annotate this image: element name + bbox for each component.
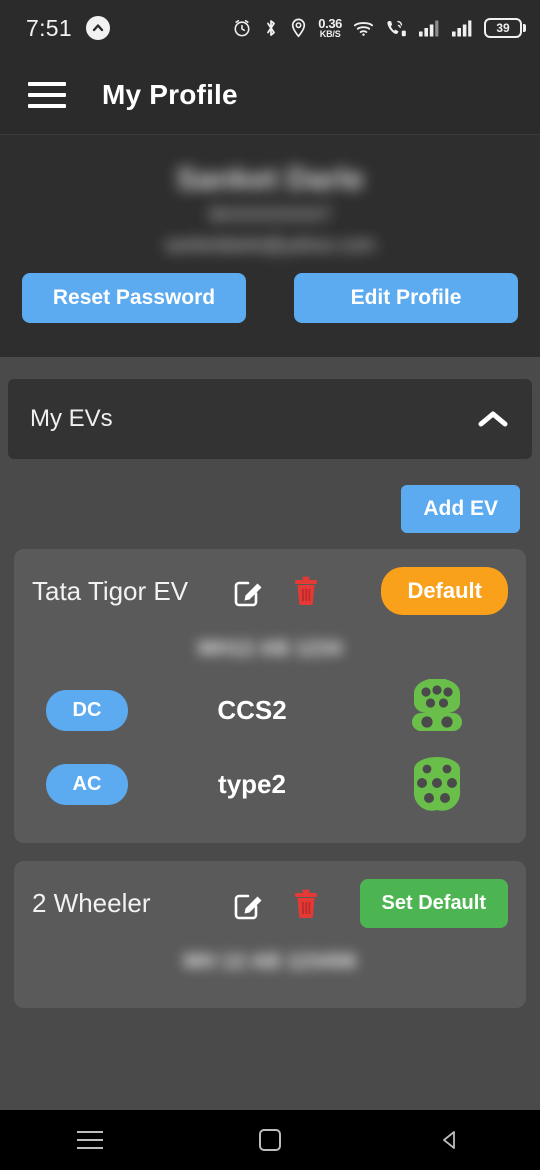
status-bar-left: 7:51 xyxy=(26,15,110,42)
ev-card-actions xyxy=(232,574,381,608)
battery-level-label: 39 xyxy=(496,21,510,35)
edit-pencil-icon[interactable] xyxy=(232,887,266,921)
network-speed-unit: KB/S xyxy=(319,29,341,39)
profile-name: Sanket Darle xyxy=(176,161,364,196)
network-speed-indicator: 0.36 KB/S xyxy=(318,17,342,39)
ev-card: 2 Wheeler Set Default MH 12 AB 123456 xyxy=(14,861,526,1008)
connector-row: AC type2 xyxy=(32,755,508,813)
status-bar-right: 0.36 KB/S 39 xyxy=(232,17,526,39)
ev-name: 2 Wheeler xyxy=(32,888,151,918)
call-data-icon xyxy=(385,19,407,38)
hamburger-menu-icon[interactable] xyxy=(28,82,66,108)
profile-email: sanketdarle@yahoo.com xyxy=(164,235,376,256)
chevron-up-icon[interactable] xyxy=(476,409,510,429)
back-triangle-icon[interactable] xyxy=(405,1110,495,1170)
my-evs-accordion-header[interactable]: My EVs xyxy=(8,379,532,459)
status-badge-default[interactable]: Default xyxy=(381,567,508,615)
signal-bars-2-icon xyxy=(451,19,473,37)
system-navigation-bar xyxy=(0,1110,540,1170)
ev-card-actions xyxy=(232,887,360,921)
ev-registration-number: MH12 AB 1234 xyxy=(198,637,342,660)
page-title: My Profile xyxy=(102,79,238,110)
connector-type-label: type2 xyxy=(218,768,286,799)
set-default-button[interactable]: Set Default xyxy=(359,879,508,928)
trash-icon[interactable] xyxy=(292,888,320,920)
main-content: My EVs Add EV Tata Tigor EV Default MH12… xyxy=(0,357,540,1008)
recents-icon[interactable] xyxy=(45,1110,135,1170)
alarm-icon xyxy=(232,18,252,38)
connector-row: DC CCS2 xyxy=(32,679,508,741)
connector-type-label: CCS2 xyxy=(217,694,287,725)
battery-indicator: 39 xyxy=(484,18,526,38)
profile-section: Sanket Darle 9XXXXXXXX7 sanketdarle@yaho… xyxy=(0,134,540,357)
ev-card-header: Tata Tigor EV Default xyxy=(32,567,508,615)
edit-pencil-icon[interactable] xyxy=(232,574,266,608)
wifi-icon xyxy=(353,19,374,37)
caret-up-circle-icon xyxy=(85,16,110,40)
signal-bars-icon xyxy=(418,19,440,37)
reset-password-button[interactable]: Reset Password xyxy=(22,273,246,323)
app-bar: My Profile xyxy=(0,56,540,134)
location-icon xyxy=(290,18,307,38)
status-bar-clock: 7:51 xyxy=(26,14,72,41)
ev-name: Tata Tigor EV xyxy=(32,575,189,606)
ccs2-connector-icon xyxy=(406,679,468,741)
ev-card-header: 2 Wheeler Set Default xyxy=(32,879,508,928)
profile-phone: 9XXXXXXXX7 xyxy=(208,205,332,226)
type2-connector-icon xyxy=(406,755,468,813)
ev-registration-number: MH 12 AB 123456 xyxy=(183,950,357,973)
add-ev-row: Add EV xyxy=(8,485,532,533)
status-bar: 7:51 0.36 KB/S 39 xyxy=(0,0,540,56)
edit-profile-button[interactable]: Edit Profile xyxy=(294,273,518,323)
home-square-icon[interactable] xyxy=(225,1110,315,1170)
profile-actions: Reset Password Edit Profile xyxy=(0,273,540,323)
trash-icon[interactable] xyxy=(292,575,320,607)
bluetooth-icon xyxy=(263,18,279,38)
my-evs-accordion-title: My EVs xyxy=(30,405,113,432)
ev-card: Tata Tigor EV Default MH12 AB 1234 DC CC… xyxy=(14,549,526,843)
phone-screen: 7:51 0.36 KB/S 39 My Profile Sanket Darl… xyxy=(0,0,540,1170)
add-ev-button[interactable]: Add EV xyxy=(401,485,520,533)
